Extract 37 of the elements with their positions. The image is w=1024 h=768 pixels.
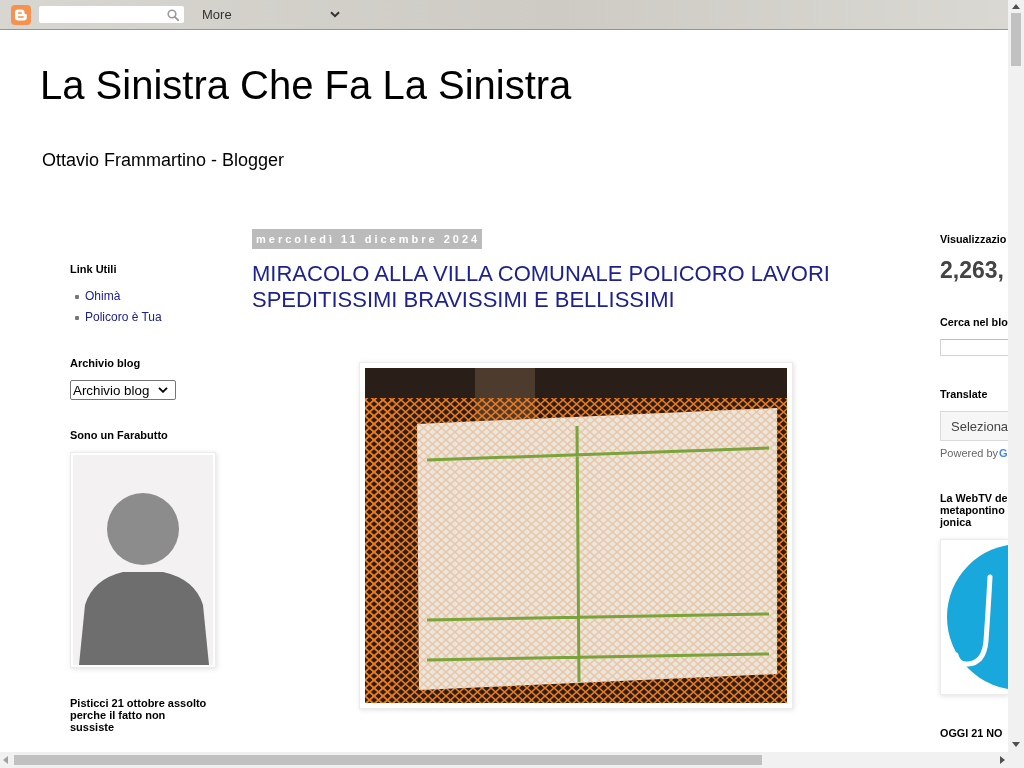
post-date: mercoledì 11 dicembre 2024	[252, 229, 483, 249]
archive-dropdown[interactable]: Archivio blog	[70, 380, 177, 400]
bullet-icon	[75, 294, 79, 299]
widget-heading: Sono un Farabutto	[70, 429, 169, 441]
widget-heading: Cerca nel blo	[940, 316, 1008, 328]
widget-heading: OGGI 21 NO	[940, 727, 1004, 739]
language-dropdown[interactable]: Seleziona	[940, 411, 1008, 441]
blog-title[interactable]: La Sinistra Che Fa La Sinistra	[40, 62, 572, 108]
powered-by-label: Powered by	[940, 447, 999, 460]
scroll-right-icon[interactable]	[1000, 756, 1005, 764]
logo-icon[interactable]	[11, 4, 31, 25]
sidebar-link[interactable]: Ohimà	[85, 289, 121, 304]
widget-heading: La WebTV de metapontino jonica	[940, 492, 1008, 528]
more-dropdown[interactable]: More	[202, 4, 342, 25]
scroll-left-icon[interactable]	[3, 756, 8, 764]
scroll-down-icon[interactable]	[1012, 742, 1020, 747]
scrollbar-thumb[interactable]	[1011, 13, 1021, 66]
horizontal-scrollbar[interactable]	[0, 752, 1008, 768]
search-icon[interactable]	[167, 8, 179, 21]
widget-heading: Pisticci 21 ottobre assolto perche il fatto non sussiste	[70, 697, 208, 733]
logo-text[interactable]: G	[999, 447, 1008, 460]
post-title-link[interactable]: MIRACOLO ALLA VILLA COMUNALE POLICORO LAVORI SPEDITISSIMI BRAVISSIMI E BELLISSIMI	[252, 261, 900, 313]
search-field[interactable]	[39, 6, 184, 23]
widget-heading: Visualizzazio	[940, 233, 1008, 245]
chevron-icon	[330, 11, 340, 18]
widget-heading: Translate	[940, 388, 989, 400]
scroll-up-icon[interactable]	[1012, 4, 1020, 9]
widget-heading: Archivio blog	[70, 357, 142, 369]
chevron-icon	[158, 387, 169, 393]
blog-description: Ottavio Frammartino - Blogger	[42, 150, 285, 170]
vertical-scrollbar[interactable]	[1008, 0, 1024, 768]
bullet-icon	[75, 315, 79, 320]
search-field[interactable]	[940, 339, 1008, 356]
widget-heading: Link Utili	[70, 263, 118, 275]
pageview-count: 2,263,	[940, 256, 1005, 284]
scrollbar-thumb[interactable]	[14, 755, 762, 765]
sidebar-link[interactable]: Policoro è Tua	[85, 310, 162, 325]
